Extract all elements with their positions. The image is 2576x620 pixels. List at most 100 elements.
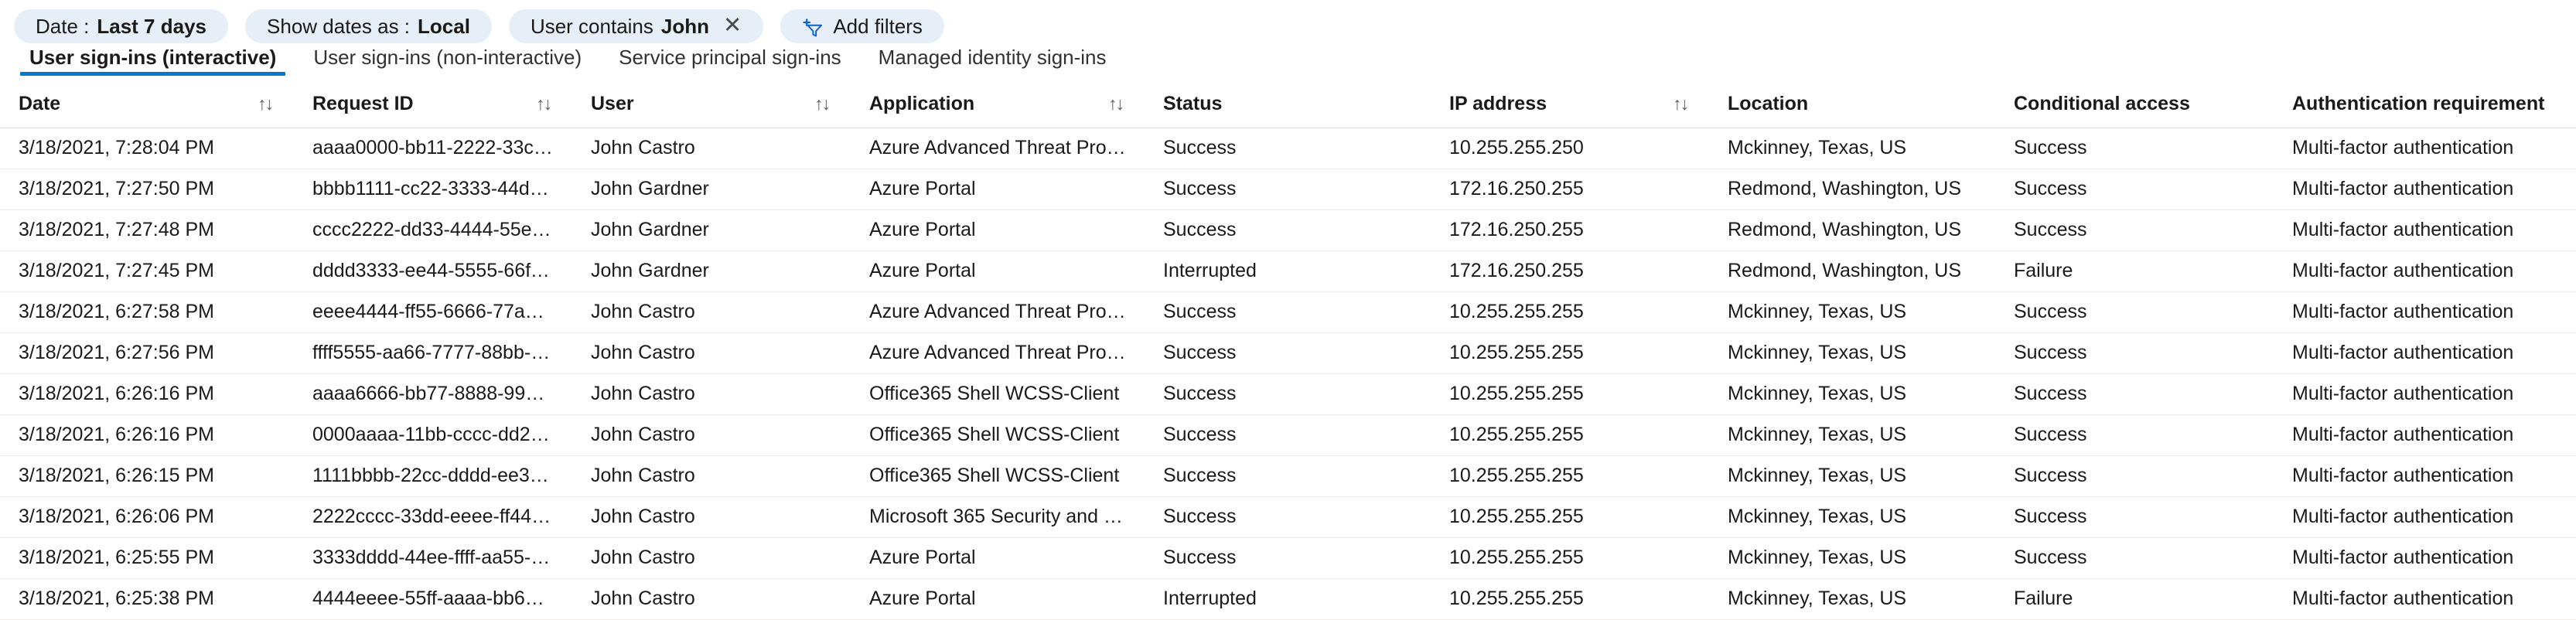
cell-text: 0000aaaa-11bb-cccc-dd22-eeeeee333333: [294, 424, 572, 445]
cell-loc: Mckinney, Texas, US: [1709, 456, 1995, 497]
table-row[interactable]: 3/18/2021, 6:27:56 PMffff5555-aa66-7777-…: [0, 333, 2576, 374]
table-row[interactable]: 3/18/2021, 6:25:38 PM4444eeee-55ff-aaaa-…: [0, 579, 2576, 620]
sign-in-logs-table-container: Date↑↓Request ID↑↓User↑↓Application ↑↓ Sta…: [0, 82, 2576, 620]
cell-text: dddd3333-ee44-5555-66ff-777777aaaaaa: [294, 260, 572, 281]
cell-text: Success: [1995, 465, 2086, 486]
sign-in-logs-table: Date↑↓Request ID↑↓User↑↓Application ↑↓ Sta…: [0, 82, 2576, 620]
add-filters-button[interactable]: Add filters: [780, 9, 944, 43]
column-header-loc[interactable]: Location: [1709, 82, 1995, 128]
cell-text: 172.16.250.255: [1431, 219, 1584, 240]
cell-status: Success: [1145, 415, 1431, 456]
cell-loc: Mckinney, Texas, US: [1709, 128, 1995, 169]
cell-text: Success: [1145, 424, 1236, 445]
column-header-inner: Request ID↑↓: [294, 93, 572, 115]
cell-text: 10.255.255.255: [1431, 506, 1584, 527]
cell-ca: Failure: [1995, 251, 2274, 292]
column-header-req[interactable]: Request ID↑↓: [294, 82, 572, 128]
cell-text: Multi-factor authentication: [2274, 506, 2513, 527]
cell-text: Multi-factor authentication: [2274, 588, 2513, 609]
table-row[interactable]: 3/18/2021, 6:26:06 PM2222cccc-33dd-eeee-…: [0, 497, 2576, 538]
table-row[interactable]: 3/18/2021, 6:26:15 PM 1111bbbb-22cc-dddd-…: [0, 456, 2576, 497]
cell-text: Multi-factor authentication: [2274, 137, 2513, 158]
cell-status: Success: [1145, 210, 1431, 251]
filter-pill-value: Local: [418, 16, 470, 36]
cell-text: 3333dddd-44ee-ffff-aa55-bbbbbbbb6666: [294, 547, 572, 568]
tab-user-sign-ins-interactive[interactable]: User sign-ins (interactive): [11, 47, 295, 76]
cell-text: Success: [1995, 137, 2086, 158]
cell-date: 3/18/2021, 6:27:56 PM: [0, 333, 294, 374]
cell-ip: 172.16.250.255: [1431, 210, 1709, 251]
cell-text: 10.255.255.255: [1431, 588, 1584, 609]
column-header-label: Application: [851, 93, 974, 115]
cell-ip: 10.255.255.255: [1431, 374, 1709, 415]
column-header-date[interactable]: Date↑↓: [0, 82, 294, 128]
cell-text: Azure Advanced Threat Protection: [851, 342, 1145, 363]
cell-text: 10.255.255.250: [1431, 137, 1584, 158]
cell-auth: Multi-factor authentication: [2274, 497, 2576, 538]
cell-date: 3/18/2021, 6:26:16 PM: [0, 374, 294, 415]
cell-auth: Multi-factor authentication: [2274, 374, 2576, 415]
cell-text: 1111bbbb-22cc-dddd-ee33-ffffff444444: [294, 465, 572, 486]
cell-text: 10.255.255.255: [1431, 424, 1584, 445]
cell-text: Azure Portal: [851, 588, 976, 609]
cell-user: John Gardner: [572, 210, 851, 251]
cell-req: 0000aaaa-11bb-cccc-dd22-eeeeee333333: [294, 415, 572, 456]
cell-loc: Redmond, Washington, US: [1709, 251, 1995, 292]
sort-toggle-icon[interactable]: ↑↓: [1673, 94, 1687, 114]
cell-user: John Castro: [572, 538, 851, 579]
cell-app: Azure Portal: [851, 579, 1145, 620]
column-header-app[interactable]: Application ↑↓: [851, 82, 1145, 128]
table-row[interactable]: 3/18/2021, 6:26:16 PM0000aaaa-11bb-cccc-…: [0, 415, 2576, 456]
tab-user-sign-ins-non-interactive[interactable]: User sign-ins (non-interactive): [295, 47, 600, 76]
sort-toggle-icon[interactable]: ↑↓: [536, 94, 551, 114]
cell-ip: 10.255.255.255: [1431, 538, 1709, 579]
column-header-user[interactable]: User↑↓: [572, 82, 851, 128]
cell-text: bbbb1111-cc22-3333-44dd-555555eeeeee: [294, 178, 572, 199]
table-row[interactable]: 3/18/2021, 7:27:48 PMcccc2222-dd33-4444-…: [0, 210, 2576, 251]
table-row[interactable]: 3/18/2021, 7:28:04 PMaaaa0000-bb11-2222-…: [0, 128, 2576, 169]
cell-text: 3/18/2021, 7:27:48 PM: [0, 219, 214, 240]
cell-text: Azure Portal: [851, 547, 976, 568]
table-row[interactable]: 3/18/2021, 6:26:16 PM aaaa6666-bb77-8888-…: [0, 374, 2576, 415]
cell-req: 2222cccc-33dd-eeee-ff44-aaaaaa555555: [294, 497, 572, 538]
tab-service-principal-sign-ins[interactable]: Service principal sign-ins: [600, 47, 860, 76]
cell-ca: Success: [1995, 210, 2274, 251]
cell-text: Azure Advanced Threat Protection: [851, 301, 1145, 322]
cell-status: Success: [1145, 292, 1431, 333]
filter-pill[interactable]: User containsJohn✕: [509, 9, 763, 43]
table-row[interactable]: 3/18/2021, 6:27:58 PMeeee4444-ff55-6666-…: [0, 292, 2576, 333]
cell-text: Office365 Shell WCSS-Client: [851, 383, 1119, 404]
cell-text: Mckinney, Texas, US: [1709, 424, 1906, 445]
cell-ca: Failure: [1995, 579, 2274, 620]
sort-toggle-icon[interactable]: ↑↓: [258, 94, 272, 114]
column-header-inner: Conditional access: [1995, 93, 2274, 115]
cell-ca: Success: [1995, 169, 2274, 210]
column-header-ip[interactable]: IP address↑↓: [1431, 82, 1709, 128]
cell-text: 3/18/2021, 6:26:15 PM: [0, 465, 214, 486]
cell-auth: Multi-factor authentication: [2274, 333, 2576, 374]
filter-pill[interactable]: Date :Last 7 days: [14, 9, 228, 43]
sort-toggle-icon[interactable]: ↑↓: [1108, 94, 1123, 114]
cell-text: John Castro: [572, 588, 695, 609]
table-row[interactable]: 3/18/2021, 6:25:55 PM3333dddd-44ee-ffff-…: [0, 538, 2576, 579]
cell-req: aaaa6666-bb77-8888-99cc-000000dddddd: [294, 374, 572, 415]
tab-managed-identity-sign-ins[interactable]: Managed identity sign-ins: [860, 47, 1125, 76]
cell-text: Azure Portal: [851, 260, 976, 281]
filter-pill[interactable]: Show dates as :Local: [245, 9, 492, 43]
column-header-status[interactable]: Status: [1145, 82, 1431, 128]
cell-text: Success: [1145, 383, 1236, 404]
cell-text: Mckinney, Texas, US: [1709, 342, 1906, 363]
table-row[interactable]: 3/18/2021, 7:27:45 PMdddd3333-ee44-5555-…: [0, 251, 2576, 292]
cell-text: ffff5555-aa66-7777-88bb-999999cccccc: [294, 342, 572, 363]
cell-status: Interrupted: [1145, 251, 1431, 292]
cell-status: Success: [1145, 333, 1431, 374]
column-header-auth[interactable]: Authentication requirement: [2274, 82, 2576, 128]
cell-ip: 172.16.250.255: [1431, 169, 1709, 210]
sort-toggle-icon[interactable]: ↑↓: [814, 94, 829, 114]
cell-text: Success: [1995, 301, 2086, 322]
table-row[interactable]: 3/18/2021, 7:27:50 PMbbbb1111-cc22-3333-…: [0, 169, 2576, 210]
column-header-ca[interactable]: Conditional access: [1995, 82, 2274, 128]
cell-text: 3/18/2021, 6:26:16 PM: [0, 383, 214, 404]
cell-text: Redmond, Washington, US: [1709, 260, 1961, 281]
remove-filter-icon[interactable]: ✕: [723, 15, 742, 37]
